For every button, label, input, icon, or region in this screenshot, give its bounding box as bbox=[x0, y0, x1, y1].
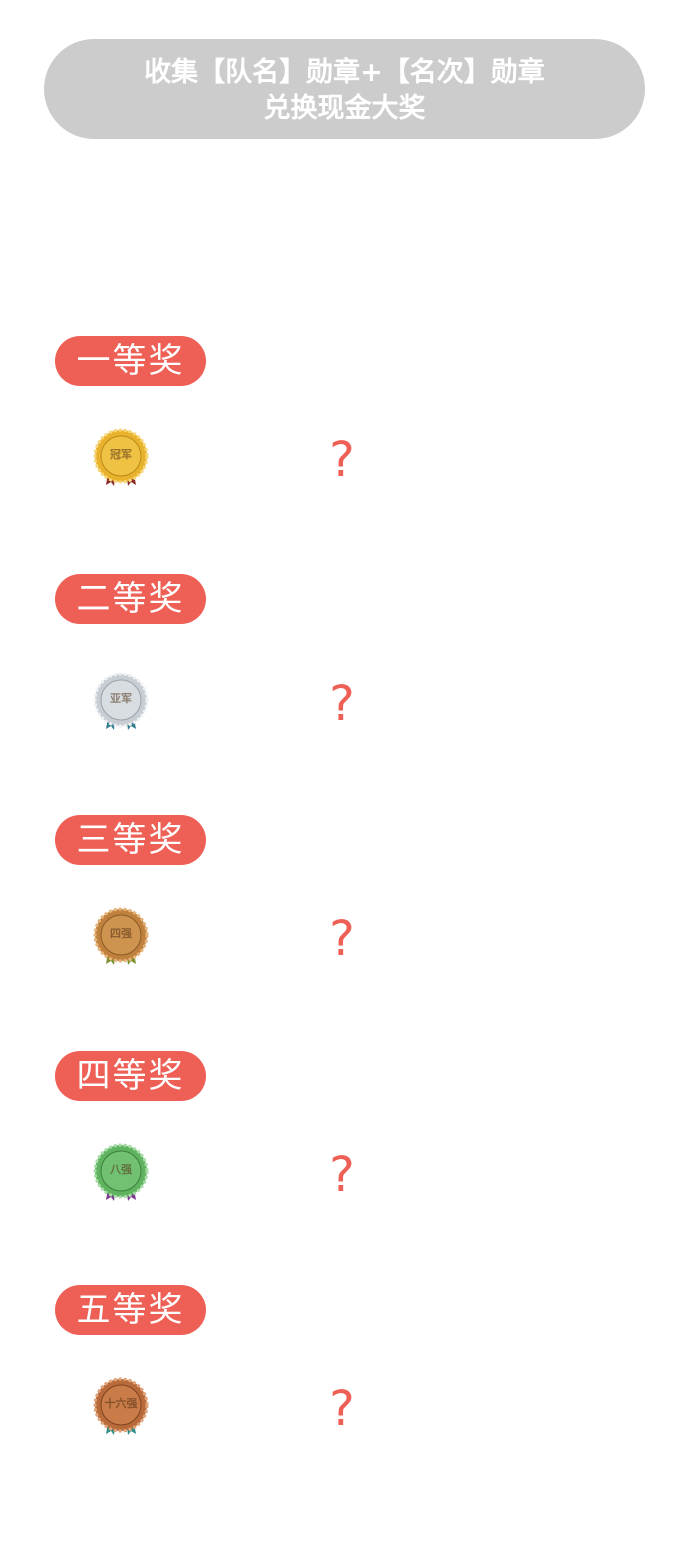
silver-runner-up-medal-icon[interactable]: 亚军 bbox=[90, 672, 152, 734]
gold-champion-medal-icon[interactable]: 冠军 bbox=[90, 428, 152, 490]
medal-text: 八强 bbox=[110, 1163, 132, 1176]
tier-label-badge: 三等奖 bbox=[55, 815, 206, 865]
tier-label-badge: 一等奖 bbox=[55, 336, 206, 386]
banner-title-line-1: 收集【队名】勋章+【名次】勋章 bbox=[144, 57, 545, 88]
mystery-medal-question-mark[interactable]: ? bbox=[322, 1383, 362, 1435]
banner-title-line-2: 兑换现金大奖 bbox=[263, 93, 426, 124]
green-top8-medal-icon[interactable]: 八强 bbox=[90, 1143, 152, 1205]
prize-tier-second: 二等奖 亚军 ? bbox=[0, 574, 690, 774]
mystery-medal-question-mark[interactable]: ? bbox=[322, 678, 362, 730]
tier-label-badge: 五等奖 bbox=[55, 1285, 206, 1335]
exchange-banner: 收集【队名】勋章+【名次】勋章 兑换现金大奖 bbox=[44, 39, 645, 139]
copper-top16-medal-icon[interactable]: 十六强 bbox=[90, 1377, 152, 1439]
medal-text: 四强 bbox=[110, 927, 132, 940]
prize-tier-third: 三等奖 四强 ? bbox=[0, 815, 690, 1015]
mystery-medal-question-mark[interactable]: ? bbox=[322, 434, 362, 486]
bronze-top4-medal-icon[interactable]: 四强 bbox=[90, 907, 152, 969]
tier-label-badge: 四等奖 bbox=[55, 1051, 206, 1101]
medal-text: 亚军 bbox=[110, 692, 132, 705]
mystery-medal-question-mark[interactable]: ? bbox=[322, 1149, 362, 1201]
medal-text: 冠军 bbox=[110, 448, 132, 461]
prize-tier-fifth: 五等奖 十六强 ? bbox=[0, 1285, 690, 1485]
mystery-medal-question-mark[interactable]: ? bbox=[322, 913, 362, 965]
tier-label-badge: 二等奖 bbox=[55, 574, 206, 624]
prize-tier-fourth: 四等奖 八强 ? bbox=[0, 1051, 690, 1251]
prize-tier-first: 一等奖 冠军 ? bbox=[0, 336, 690, 536]
medal-text: 十六强 bbox=[104, 1397, 138, 1410]
